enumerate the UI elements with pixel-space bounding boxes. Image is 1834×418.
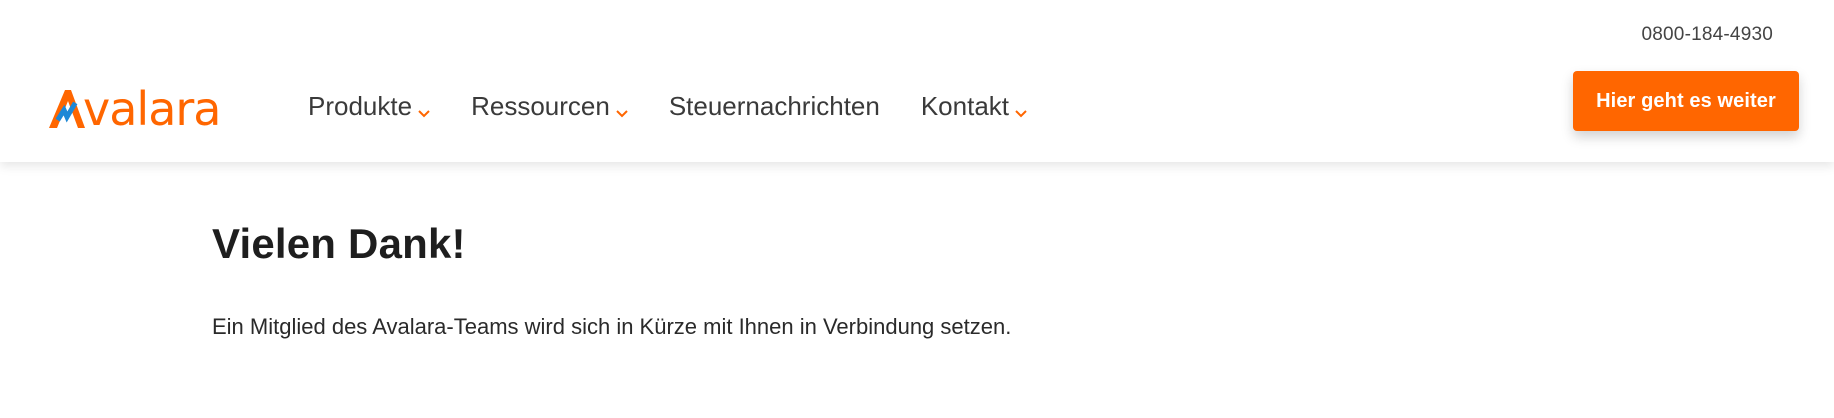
nav-label-produkte: Produkte: [308, 91, 413, 121]
main-navigation: Produkte Ressourcen Steuernachrichten Ko…: [308, 88, 1068, 125]
nav-item-produkte[interactable]: Produkte: [308, 88, 430, 125]
chevron-down-icon: [418, 94, 430, 125]
logo-wordmark: valara: [83, 82, 221, 136]
logo-a-mark-icon: [49, 90, 85, 128]
nav-label-kontakt: Kontakt: [920, 91, 1010, 121]
site-header: 0800-184-4930 valara Produkte Ressourcen…: [0, 0, 1834, 162]
page-title: Vielen Dank!: [212, 220, 466, 267]
nav-item-kontakt[interactable]: Kontakt: [921, 88, 1027, 125]
nav-item-steuernachrichten[interactable]: Steuernachrichten: [669, 91, 880, 122]
confirmation-message: Ein Mitglied des Avalara-Teams wird sich…: [212, 314, 1012, 339]
nav-label-ressourcen: Ressourcen: [471, 91, 610, 121]
nav-label-steuernachrichten: Steuernachrichten: [668, 91, 880, 121]
chevron-down-icon: [616, 94, 628, 125]
phone-link[interactable]: 0800-184-4930: [1642, 24, 1774, 46]
cta-button[interactable]: Hier geht es weiter: [1573, 71, 1799, 131]
chevron-down-icon: [1015, 94, 1027, 125]
nav-item-ressourcen[interactable]: Ressourcen: [471, 88, 628, 125]
avalara-logo[interactable]: valara: [47, 74, 221, 136]
main-content: Vielen Dank! Ein Mitglied des Avalara-Te…: [212, 220, 1512, 340]
